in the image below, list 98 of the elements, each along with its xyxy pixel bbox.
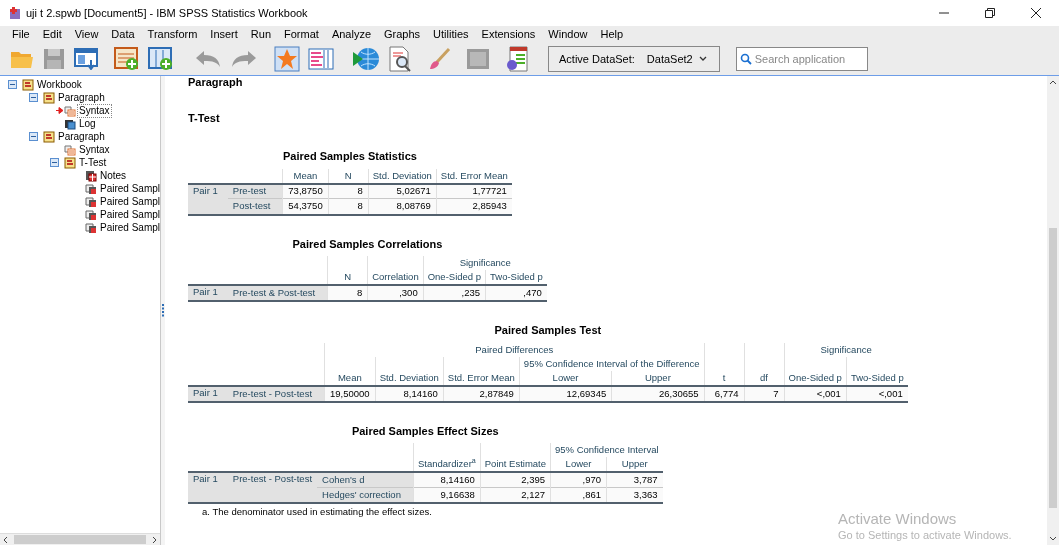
table-cell: 9,16638 [413, 487, 481, 502]
syntax-document-icon [64, 104, 76, 117]
activation-notice-text: Go to Settings to activate Windows. [838, 528, 1012, 543]
tree-item[interactable]: Paragraph [57, 91, 106, 104]
brush-icon[interactable] [428, 47, 452, 71]
menu-item[interactable]: Analyze [325, 26, 377, 43]
tree-item[interactable]: Paired Sampl [99, 221, 160, 234]
app-icon [8, 6, 22, 20]
window-title: uji t 2.spwb [Document5] - IBM SPSS Statistics Workbook [26, 5, 308, 21]
column-header: N [328, 168, 369, 184]
table-document-icon [85, 182, 97, 195]
table-cell: 2,127 [480, 487, 551, 502]
menu-item[interactable]: Utilities [427, 26, 475, 43]
column-header: Paired Differences [324, 342, 705, 357]
column-header: Lower [519, 370, 612, 386]
collapse-icon[interactable] [29, 93, 38, 102]
table-cell: 8,08769 [368, 198, 437, 214]
menu-item[interactable]: Help [594, 26, 630, 43]
menu-item[interactable]: Data [105, 26, 141, 43]
column-header: One-Sided p [784, 356, 847, 386]
section-heading: T-Test [188, 112, 221, 126]
column-header: Std. Error Mean [443, 356, 520, 386]
tree-item[interactable]: Paired Sampl [99, 208, 160, 221]
table-document-icon [85, 195, 97, 208]
globe-icon[interactable] [352, 46, 380, 72]
tree-item[interactable]: T-Test [78, 156, 108, 169]
star-icon[interactable] [274, 46, 300, 72]
menu-item[interactable]: File [6, 26, 36, 43]
section-heading: Paragraph [188, 76, 244, 90]
menu-item[interactable]: Transform [141, 26, 204, 43]
dataset-dropdown[interactable]: DataSet2 [644, 49, 709, 69]
table-title: Paired Samples Correlations [291, 236, 444, 252]
book-icon [22, 78, 34, 91]
row-header: Pair 1 [188, 183, 228, 214]
vertical-scrollbar[interactable] [1047, 76, 1059, 545]
table-cell: 8 [328, 198, 369, 214]
list-icon[interactable] [308, 47, 334, 71]
column-header: Std. Deviation [368, 168, 437, 184]
table-title: Paired Samples Test [493, 323, 603, 338]
table-footnote: a. The denominator used in estimating the effect sizes. [201, 505, 433, 519]
tree-item[interactable]: Paragraph [57, 130, 106, 143]
menu-item[interactable]: Run [244, 26, 278, 43]
horizontal-scrollbar[interactable] [0, 533, 160, 545]
menu-item[interactable]: Graphs [378, 26, 427, 43]
column-header: Std. Deviation [375, 356, 444, 386]
menu-item[interactable]: Window [542, 26, 594, 43]
menu-item[interactable]: Extensions [475, 26, 542, 43]
column-header: Two-Sided p [846, 356, 908, 386]
collapse-icon[interactable] [8, 80, 17, 89]
notes-document-icon [85, 169, 97, 182]
tree-item[interactable]: Paired Sampl [99, 182, 160, 195]
column-header: df [744, 342, 785, 386]
row-header: Pre-test - Post-test [227, 472, 317, 502]
column-header: Significance [423, 256, 547, 270]
table-document-icon [85, 221, 97, 234]
column-header: t [704, 342, 745, 386]
column-header: Upper [611, 370, 705, 386]
column-header: Mean [282, 168, 329, 184]
table-title: Paired Samples Statistics [282, 149, 418, 164]
menu-item[interactable]: Edit [36, 26, 68, 43]
search-field[interactable]: Search application [735, 47, 868, 71]
book-icon [43, 91, 55, 104]
caret-icon [698, 56, 707, 62]
tree-item[interactable]: Paired Sampl [99, 195, 160, 208]
book-icon [64, 156, 76, 169]
splitter-handle-icon[interactable] [162, 303, 164, 318]
table-title: Paired Samples Effect Sizes [350, 423, 500, 439]
column-header: 95% Confidence Interval of the Difference [519, 356, 705, 371]
row-header: Hedges' correction [317, 487, 414, 502]
table-cell: 2,85943 [436, 198, 512, 214]
active-dataset-label: Active DataSet: [559, 51, 635, 67]
tree-item[interactable]: Log [78, 117, 97, 130]
table-cell: 3,363 [606, 487, 663, 502]
table-cell: ,861 [550, 487, 607, 502]
syntax-document-icon [64, 143, 76, 156]
log-document-icon [64, 117, 76, 130]
tree-item[interactable]: Syntax [78, 104, 111, 117]
collapse-icon[interactable] [29, 132, 38, 141]
column-header: Mean [324, 356, 376, 386]
column-header: Std. Error Mean [436, 168, 512, 184]
menu-item[interactable]: Insert [204, 26, 244, 43]
book-icon [43, 130, 55, 143]
tree-item[interactable]: Syntax [78, 143, 111, 156]
document-search-icon[interactable] [388, 46, 412, 72]
row-header: Pair 1 [188, 472, 228, 502]
row-header: Post-test [227, 198, 283, 214]
menu-item[interactable]: View [68, 26, 105, 43]
table-cell: 54,3750 [282, 198, 329, 214]
tree-item[interactable]: Notes [99, 169, 128, 182]
column-header: 95% Confidence Interval [550, 443, 663, 457]
tree-item[interactable]: Workbook [36, 78, 83, 91]
column-header: Significance [784, 342, 908, 357]
search-icon [739, 53, 752, 65]
activation-notice-title: Activate Windows [838, 510, 958, 529]
collapse-icon[interactable] [50, 158, 59, 167]
search-input[interactable]: Search application [754, 50, 864, 68]
menu-item[interactable]: Format [278, 26, 325, 43]
table-document-icon [85, 208, 97, 221]
